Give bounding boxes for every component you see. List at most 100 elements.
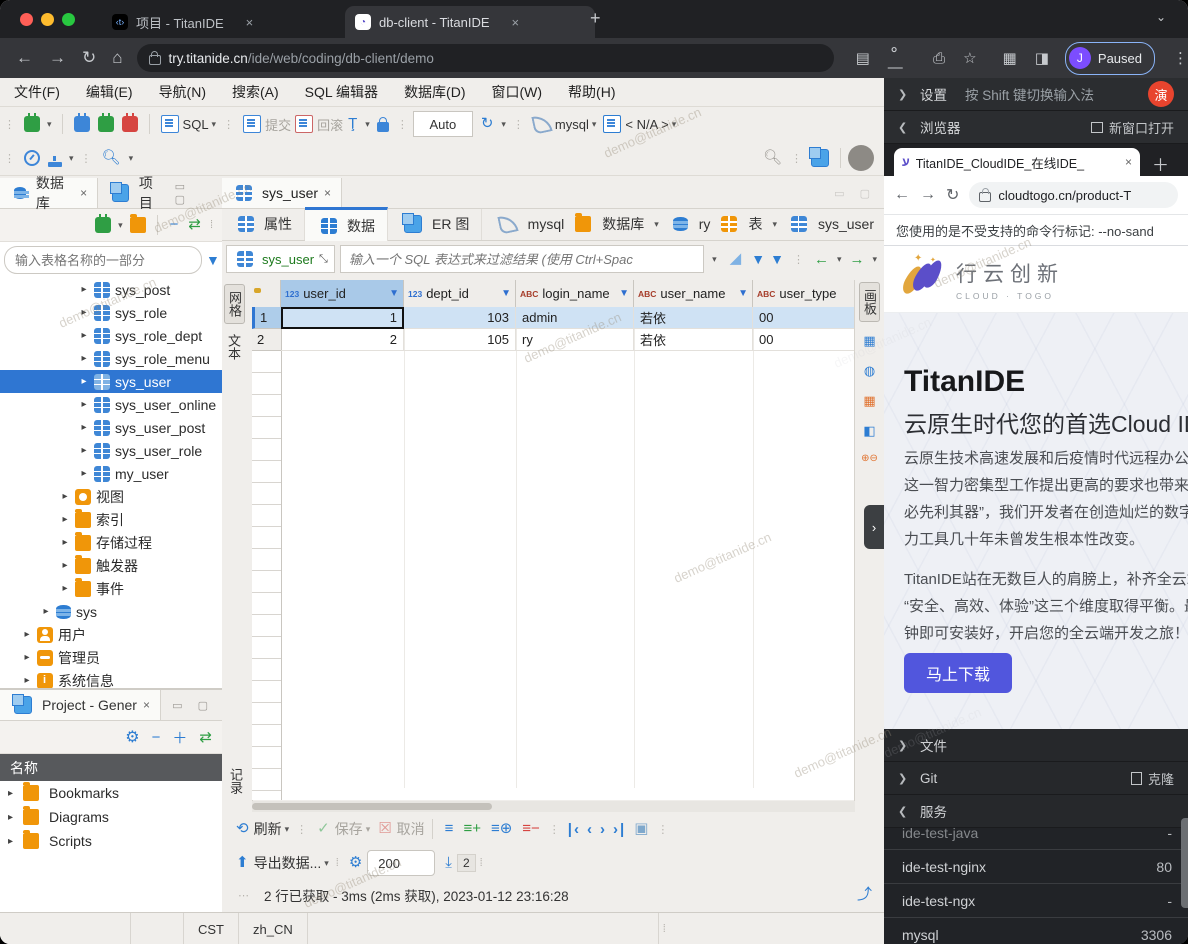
expand-arrows-icon[interactable]: ⤡ [319,253,328,266]
export-icon[interactable]: ⬆ [236,855,249,871]
aggregate-panel-icon[interactable]: ▦ [863,393,875,409]
cell-dept-id[interactable]: 103 [404,307,516,329]
chevron-down-icon[interactable]: ▾ [69,153,74,164]
tree-item-sys-post[interactable]: ▸sys_post [0,278,222,301]
menu-window[interactable]: 窗口(W) [492,82,543,102]
reload-icon[interactable]: ↻ [946,185,959,205]
forward-icon[interactable]: → [920,186,936,204]
link-editor-icon[interactable]: ⇄ [188,217,201,233]
back-icon[interactable]: ← [894,186,910,204]
export-button[interactable]: 导出数据... [254,853,322,873]
dashboard-icon[interactable] [24,150,40,166]
sql-editor-button[interactable]: SQL [183,117,209,132]
column-header-user-name[interactable]: ABC user_name ▼ [634,280,753,307]
cell-user-name[interactable]: 若依 [634,307,753,329]
close-icon[interactable]: × [143,698,150,712]
collapse-right-panel-button[interactable]: › [864,505,884,549]
chevron-down-icon[interactable]: ▾ [672,119,677,130]
new-connection-icon[interactable] [24,116,40,132]
save-icon[interactable]: ✓ [317,821,330,837]
kebab-menu-icon[interactable]: ⋮ [1173,49,1188,67]
demo-badge[interactable]: 演 [1148,81,1174,107]
preview-address-bar[interactable]: cloudtogo.cn/product-T [969,182,1178,208]
service-row-ide-test-ngx[interactable]: ide-test-ngx - [884,884,1188,918]
sql-editor-icon[interactable] [161,115,179,133]
chevron-down-icon[interactable]: ▾ [837,254,842,265]
locale-indicator[interactable]: zh_CN [239,913,308,944]
value-panel-tab[interactable]: 画板 [859,282,880,322]
close-icon[interactable]: × [80,186,87,200]
new-tab-icon[interactable]: ＋ [1152,151,1169,176]
password-key-icon[interactable]: ⚬— [888,41,915,76]
cell-user-id[interactable]: 1 [281,307,404,329]
prev-page-icon[interactable]: ‹ [587,821,594,838]
column-filter-icon[interactable]: ▼ [389,288,399,299]
chevron-down-icon[interactable]: ▾ [129,153,134,164]
tab-project-general[interactable]: Project - Gener × [0,690,161,720]
fetch-page-icon[interactable]: ▣ [634,821,648,837]
service-row-ide-test-java[interactable]: ide-test-java - [884,828,1188,850]
calc-panel-icon[interactable]: ▦ [863,333,875,349]
refresh-icon[interactable]: ⟲ [236,821,249,837]
address-bar[interactable]: try.titanide.cn/ide/web/coding/db-client… [137,44,834,72]
breadcrumb-tables[interactable]: 表 [748,214,762,234]
menu-edit[interactable]: 编辑(E) [86,82,133,102]
menu-file[interactable]: 文件(F) [14,82,60,102]
chevron-down-icon[interactable]: ▾ [712,254,717,265]
chevron-down-icon[interactable]: ▾ [324,858,329,869]
presentation-grid-tab[interactable]: 网格 [224,284,245,324]
chevron-down-icon[interactable]: ▾ [118,220,123,231]
minimize-maximize-icons[interactable]: ▭ ▢ [172,699,222,712]
more-dots-icon[interactable]: ⋯ [238,889,250,902]
tree-item-indexes[interactable]: ▸索引 [0,508,222,531]
browser-tab-project[interactable]: ‹t› 项目 - TitanIDE × [102,6,352,38]
subtab-properties[interactable]: 属性 [222,209,305,240]
minimize-maximize-icons[interactable]: ▭ ▢ [175,180,222,206]
menu-database[interactable]: 数据库(D) [404,82,465,102]
download-now-button[interactable]: 马上下载 [904,653,1012,693]
history-icon[interactable]: ↻ [481,116,494,132]
cell-user-type[interactable]: 00 [753,329,855,351]
refresh-button[interactable]: 刷新 [254,819,282,839]
fetch-size-input[interactable]: 200 [367,850,435,876]
commit-icon[interactable] [243,115,261,133]
project-item-scripts[interactable]: ▸Scripts [0,829,222,853]
settings-section-row[interactable]: ❯ 设置 按 Shift 键切换输入法 演 [884,78,1188,111]
auto-commit-select[interactable]: Auto [413,111,473,137]
tree-item-sys-role[interactable]: ▸sys_role [0,301,222,324]
scroll-thumb[interactable] [252,803,492,810]
chevron-down-icon[interactable]: ▾ [366,824,371,835]
new-table-view-icon[interactable] [811,149,829,167]
browser-tab-db-client[interactable]: ◔ db-client - TitanIDE × [345,6,595,38]
close-tab-icon[interactable]: × [246,15,254,30]
duplicate-row-icon[interactable]: ≡⊕ [491,821,512,837]
row-number-1[interactable]: 1 [252,307,281,329]
forward-icon[interactable]: → [49,48,66,68]
tree-item-events[interactable]: ▸事件 [0,577,222,600]
column-filter-icon[interactable]: ▼ [501,288,511,299]
timezone-indicator[interactable]: CST [184,913,239,944]
tree-item-sys-role-dept[interactable]: ▸sys_role_dept [0,324,222,347]
service-row-mysql[interactable]: mysql 3306 [884,918,1188,944]
filter-save-icon[interactable]: ▼ [751,251,765,267]
git-clone-button[interactable]: 克隆 [1131,769,1174,788]
menu-help[interactable]: 帮助(H) [568,82,615,102]
presentation-record-tab[interactable]: 记录 [226,762,245,800]
editor-tab-sys-user[interactable]: sys_user × [222,178,342,208]
share-icon[interactable]: ⎙ [933,50,945,67]
services-section-row[interactable]: ❮ 服务 [884,795,1188,828]
cell-user-type[interactable]: 00 [753,307,855,329]
delete-row-icon[interactable]: ≡− [522,821,540,837]
search-icon[interactable]: 🔍︎ [102,150,121,166]
edit-row-icon[interactable]: ≡ [445,821,454,837]
tab-projects[interactable]: 项目 [98,178,174,208]
tab-search-chevron-icon[interactable]: ⌄ [1156,10,1166,24]
subtab-data[interactable]: 数据 [305,207,388,241]
notifications-icon[interactable]: ⤴ [857,887,872,903]
table-filter-input[interactable] [4,246,202,274]
breadcrumb-datasource[interactable]: mysql [528,216,565,232]
project-item-bookmarks[interactable]: ▸Bookmarks [0,781,222,805]
menu-search[interactable]: 搜索(A) [232,82,279,102]
tree-item-sys-user-role[interactable]: ▸sys_user_role [0,439,222,462]
expand-icon[interactable]: ＋ [172,727,187,748]
